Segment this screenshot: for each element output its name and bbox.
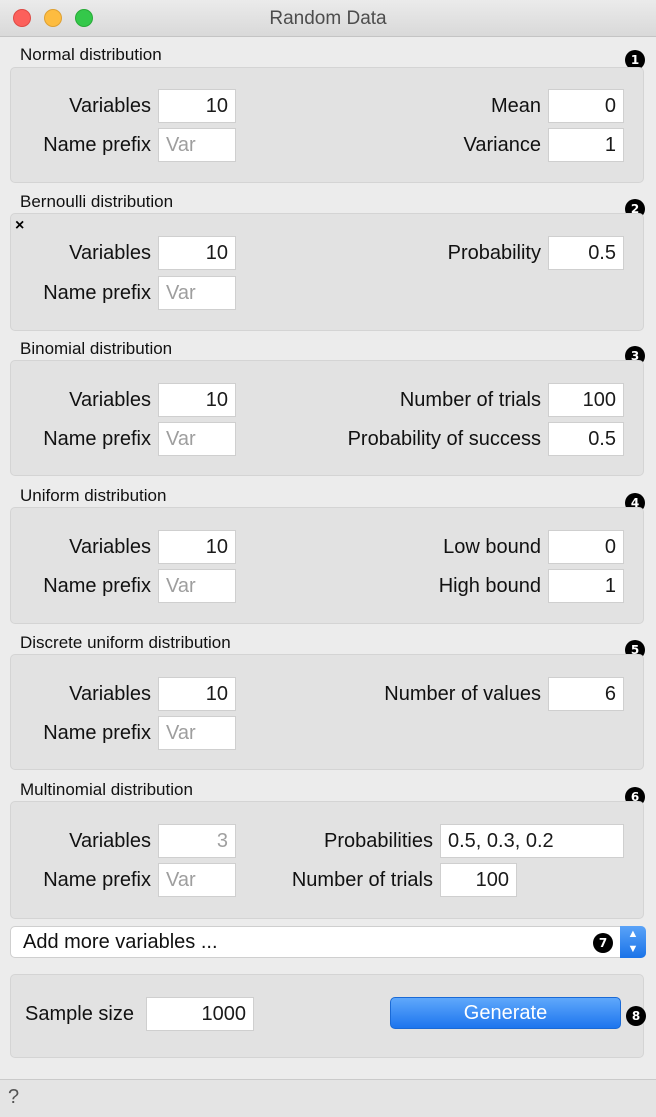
uniform-variables-label: Variables xyxy=(69,536,151,558)
multinomial-trials-label: Number of trials xyxy=(291,869,433,891)
low-bound-label: Low bound xyxy=(443,536,541,558)
sample-size-label: Sample size xyxy=(25,1003,134,1025)
uniform-prefix-label: Name prefix xyxy=(43,575,151,597)
probabilities-label: Probabilities xyxy=(324,830,433,852)
variance-label: Variance xyxy=(463,134,541,156)
high-bound-label: High bound xyxy=(438,575,541,597)
sample-size-input[interactable]: 1000 xyxy=(146,997,254,1031)
binomial-trials-input[interactable]: 100 xyxy=(548,383,624,417)
normal-prefix-label: Name prefix xyxy=(43,134,151,156)
generate-button[interactable]: Generate xyxy=(390,997,621,1029)
success-probability-label: Probability of success xyxy=(347,428,541,450)
low-bound-input[interactable]: 0 xyxy=(548,530,624,564)
uniform-variables-input[interactable]: 10 xyxy=(158,530,236,564)
discrete-section-title: Discrete uniform distribution xyxy=(20,633,231,652)
binomial-prefix-input[interactable]: Var xyxy=(158,422,236,456)
binomial-trials-label: Number of trials xyxy=(399,389,541,411)
binomial-section xyxy=(10,360,644,476)
discrete-variables-label: Variables xyxy=(69,683,151,705)
discrete-section xyxy=(10,654,644,770)
probability-input[interactable]: 0.5 xyxy=(548,236,624,270)
number-of-values-input[interactable]: 6 xyxy=(548,677,624,711)
multinomial-prefix-input[interactable]: Var xyxy=(158,863,236,897)
binomial-variables-label: Variables xyxy=(69,389,151,411)
normal-prefix-input[interactable]: Var xyxy=(158,128,236,162)
variance-input[interactable]: 1 xyxy=(548,128,624,162)
uniform-prefix-input[interactable]: Var xyxy=(158,569,236,603)
status-bar: ? xyxy=(0,1079,656,1117)
success-probability-input[interactable]: 0.5 xyxy=(548,422,624,456)
multinomial-section-title: Multinomial distribution xyxy=(20,780,193,799)
multinomial-variables-input: 3 xyxy=(158,824,236,858)
normal-section xyxy=(10,67,644,183)
multinomial-variables-label: Variables xyxy=(69,830,151,852)
discrete-prefix-label: Name prefix xyxy=(43,722,151,744)
add-variables-combobox[interactable]: Add more variables ... ▲ ▼ xyxy=(10,926,646,958)
multinomial-prefix-label: Name prefix xyxy=(43,869,151,891)
binomial-variables-input[interactable]: 10 xyxy=(158,383,236,417)
bernoulli-prefix-label: Name prefix xyxy=(43,282,151,304)
binomial-prefix-label: Name prefix xyxy=(43,428,151,450)
number-of-values-label: Number of values xyxy=(384,683,541,705)
callout-badge-7: 7 xyxy=(593,933,613,953)
discrete-prefix-input[interactable]: Var xyxy=(158,716,236,750)
add-variables-label: Add more variables ... xyxy=(23,931,218,953)
title-bar: Random Data xyxy=(0,0,656,37)
uniform-section-title: Uniform distribution xyxy=(20,486,167,505)
mean-label: Mean xyxy=(490,95,541,117)
bernoulli-variables-label: Variables xyxy=(69,242,151,264)
chevron-up-down-icon[interactable]: ▲ ▼ xyxy=(620,926,646,958)
probabilities-input[interactable]: 0.5, 0.3, 0.2 xyxy=(440,824,624,858)
discrete-variables-input[interactable]: 10 xyxy=(158,677,236,711)
remove-distribution-icon[interactable]: × xyxy=(15,217,24,235)
normal-variables-label: Variables xyxy=(69,95,151,117)
multinomial-section xyxy=(10,801,644,919)
normal-variables-input[interactable]: 10 xyxy=(158,89,236,123)
uniform-section xyxy=(10,507,644,624)
mean-input[interactable]: 0 xyxy=(548,89,624,123)
multinomial-trials-input[interactable]: 100 xyxy=(440,863,517,897)
help-icon[interactable]: ? xyxy=(8,1086,19,1109)
probability-label: Probability xyxy=(447,242,541,264)
high-bound-input[interactable]: 1 xyxy=(548,569,624,603)
bernoulli-prefix-input[interactable]: Var xyxy=(158,276,236,310)
callout-badge-8: 8 xyxy=(626,1006,646,1026)
bernoulli-section xyxy=(10,213,644,331)
bernoulli-section-title: Bernoulli distribution xyxy=(20,192,174,211)
binomial-section-title: Binomial distribution xyxy=(20,339,173,358)
bernoulli-variables-input[interactable]: 10 xyxy=(158,236,236,270)
normal-section-title: Normal distribution xyxy=(20,45,162,64)
window-title: Random Data xyxy=(269,8,387,29)
